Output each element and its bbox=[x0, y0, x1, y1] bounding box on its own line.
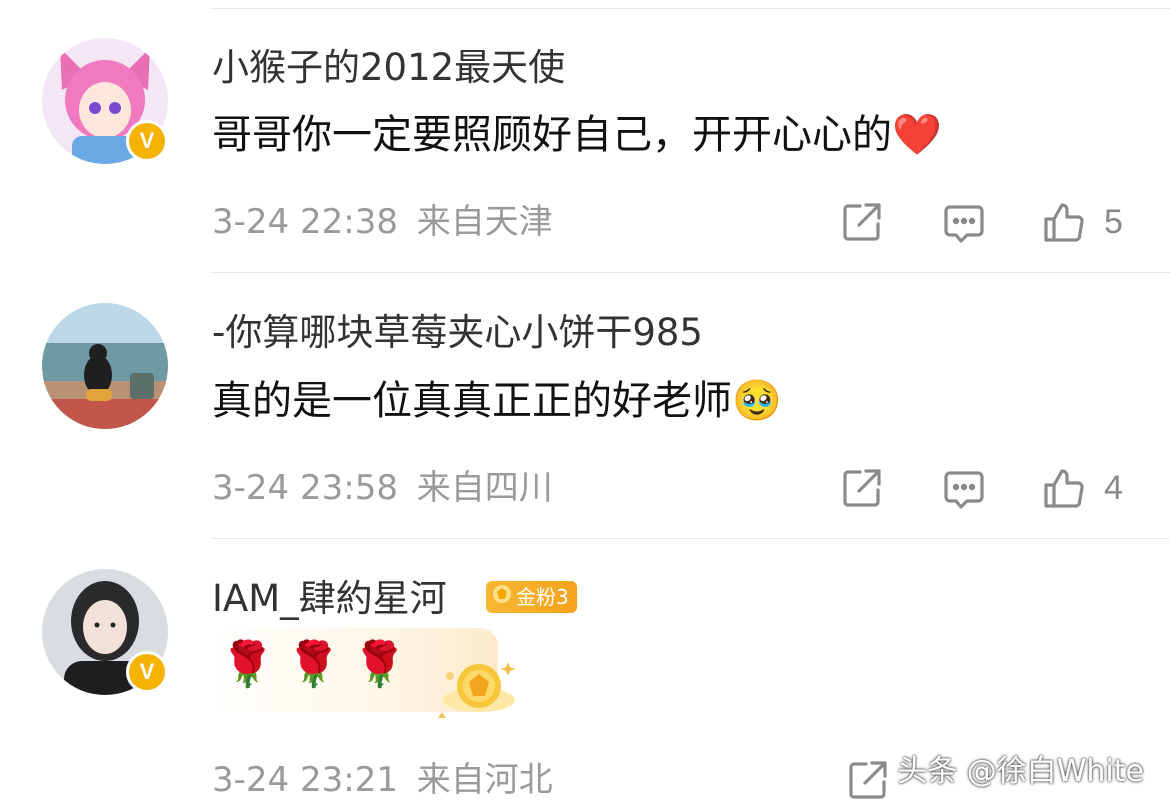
like-count: 5 bbox=[1104, 203, 1123, 241]
divider bbox=[210, 272, 1170, 273]
comment-icon[interactable] bbox=[942, 202, 986, 246]
comment-location: 来自天津 bbox=[416, 202, 553, 242]
comment-icon[interactable] bbox=[942, 468, 986, 512]
divider bbox=[210, 8, 1170, 9]
comment-text: 真的是一位真真正正的好老师🥹 bbox=[212, 376, 782, 426]
avatar[interactable]: V bbox=[42, 38, 168, 164]
comment-body: 真的是一位真真正正的好老师 bbox=[212, 378, 732, 424]
comment-list: V 小猴子的2012最天使 哥哥你一定要照顾好自己，开开心心的❤️ 3-24 2… bbox=[0, 0, 1170, 804]
like-icon[interactable] bbox=[1042, 466, 1086, 510]
username[interactable]: 小猴子的2012最天使 bbox=[212, 46, 565, 90]
share-icon[interactable] bbox=[840, 200, 884, 244]
verified-badge: V bbox=[126, 120, 168, 162]
verified-badge: V bbox=[126, 651, 168, 693]
watermark: 头条 @徐白White bbox=[897, 754, 1144, 789]
avatar[interactable] bbox=[42, 303, 168, 429]
diamond-icon bbox=[492, 581, 512, 613]
comment-meta: 3-24 23:58 来自四川 bbox=[212, 468, 553, 508]
fan-badge-label: 金粉3 bbox=[516, 585, 569, 609]
comment-meta: 3-24 23:21 来自河北 bbox=[212, 760, 553, 800]
divider bbox=[210, 538, 1170, 539]
crying-face-emoji: 🥹 bbox=[732, 378, 782, 424]
like-icon[interactable] bbox=[1042, 200, 1086, 244]
comment-body: 哥哥你一定要照顾好自己，开开心心的 bbox=[212, 112, 892, 158]
heart-emoji: ❤️ bbox=[892, 112, 942, 158]
share-icon[interactable] bbox=[846, 758, 890, 802]
username[interactable]: IAM_肆約星河 bbox=[212, 577, 447, 621]
like-count: 4 bbox=[1104, 469, 1123, 507]
rose-emoji: 🌹 bbox=[352, 639, 407, 690]
avatar[interactable]: V bbox=[42, 569, 168, 695]
fan-level-badge[interactable]: 金粉3 bbox=[486, 581, 577, 613]
rose-emoji: 🌹 bbox=[286, 639, 341, 690]
comment-time: 3-24 22:38 bbox=[212, 202, 398, 242]
comment-text: 哥哥你一定要照顾好自己，开开心心的❤️ bbox=[212, 110, 942, 160]
comment-location: 来自四川 bbox=[416, 468, 553, 508]
gold-badge-icon bbox=[438, 656, 520, 720]
comment-time: 3-24 23:21 bbox=[212, 760, 398, 800]
comment-meta: 3-24 22:38 来自天津 bbox=[212, 202, 553, 242]
rose-emoji: 🌹 bbox=[220, 639, 275, 690]
comment-location: 来自河北 bbox=[416, 760, 553, 800]
comment-time: 3-24 23:58 bbox=[212, 468, 398, 508]
username[interactable]: -你算哪块草莓夹心小饼干985 bbox=[212, 311, 703, 355]
avatar-image bbox=[42, 303, 168, 429]
share-icon[interactable] bbox=[840, 466, 884, 510]
